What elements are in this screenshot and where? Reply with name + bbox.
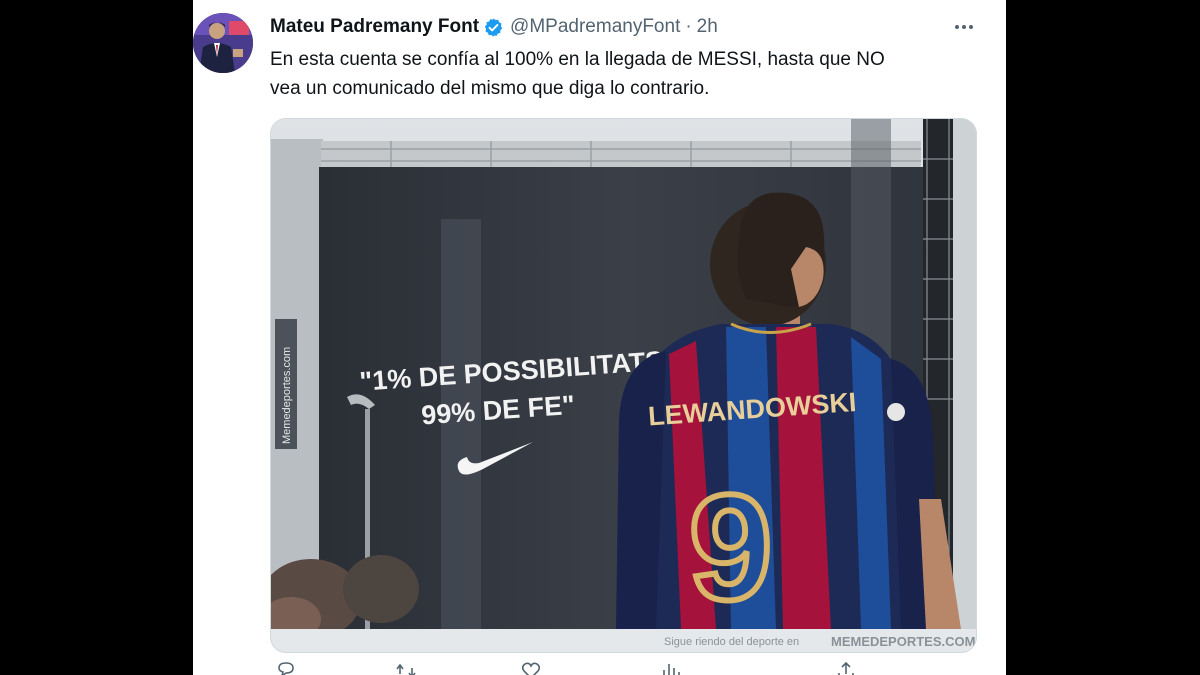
author-name[interactable]: Mateu Padremany Font (270, 16, 479, 38)
tweet-header: Mateu Padremany Font @MPadremanyFont · 2… (270, 14, 718, 40)
side-watermark: Memedeportes.com (281, 347, 293, 444)
footer-text: Sigue riendo del deporte en (664, 636, 799, 648)
views-icon[interactable] (660, 660, 682, 675)
more-icon[interactable] (951, 14, 977, 40)
tweet-actions (270, 660, 960, 675)
tweet-text: En esta cuenta se confía al 100% en la l… (270, 45, 960, 103)
timestamp[interactable]: 2h (697, 16, 718, 38)
verified-badge-icon (483, 17, 504, 38)
tweet-media-image[interactable]: Memedeportes.com "1% DE POSSIBILITATS, 9… (270, 118, 977, 653)
tweet-text-line-1: En esta cuenta se confía al 100% en la l… (270, 49, 885, 70)
share-icon[interactable] (835, 660, 857, 675)
tweet-card[interactable]: Mateu Padremany Font @MPadremanyFont · 2… (193, 0, 1006, 675)
footer-brand: MEMEDEPORTES.COM (831, 634, 975, 649)
tweet-text-line-2: vea un comunicado del mismo que diga lo … (270, 78, 710, 99)
jersey-number: 9 (689, 463, 772, 631)
reply-icon[interactable] (275, 660, 297, 675)
avatar[interactable] (193, 13, 253, 73)
author-handle[interactable]: @MPadremanyFont (510, 16, 680, 38)
separator-dot: · (685, 16, 692, 37)
like-icon[interactable] (520, 660, 542, 675)
retweet-icon[interactable] (395, 660, 417, 675)
